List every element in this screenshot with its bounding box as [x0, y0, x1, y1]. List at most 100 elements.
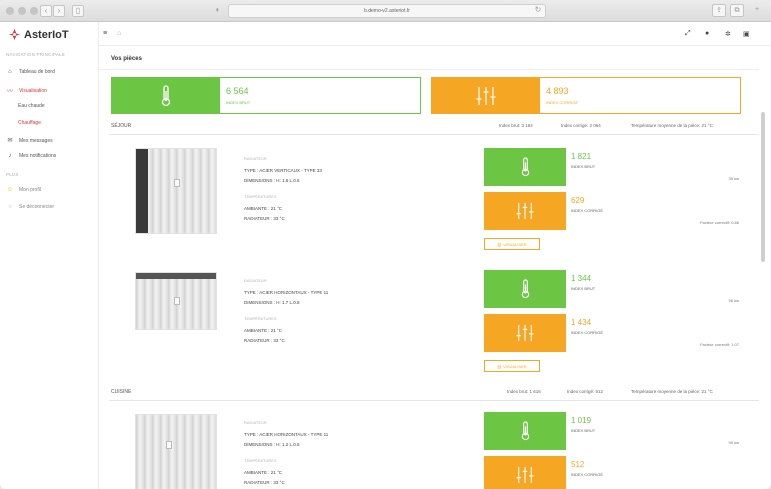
thermometer-icon — [484, 270, 566, 308]
radiator-type: TYPE : ACIER VERTICAUX - TYPE 33 — [244, 168, 322, 173]
sidebar-item-profile[interactable]: ☺ Mon profil — [6, 187, 41, 193]
sidebar-subitem-eau-chaude[interactable]: Eau chaude — [18, 103, 45, 109]
minimize-window-button[interactable] — [18, 7, 26, 15]
total-corrige-value: 4 893 — [546, 86, 569, 96]
temperatures-label: TEMPÉRATURES — [244, 458, 277, 463]
share-icon[interactable]: ⇪ — [712, 4, 726, 17]
visualiser-button-label: VISUALISER — [503, 363, 527, 369]
sidebar-item-label: Mes messages — [19, 137, 53, 144]
close-window-button[interactable] — [6, 7, 14, 15]
room-stat-brut: Index brut: 3 164 — [499, 123, 533, 128]
tabs-icon[interactable]: ⧉ — [730, 4, 744, 17]
sidebar-item-messages[interactable]: ✉ Mes messages — [6, 137, 53, 145]
total-corrige-label: INDEX CORRIGÉ — [546, 100, 579, 105]
radiator-dimensions: DIMENSIONS : H: 1.7 L.0.8 — [244, 300, 300, 305]
sidebar-item-label: Tableau de bord — [19, 69, 55, 75]
index-brut-note: 35 kw — [728, 176, 739, 181]
sidebar-item-label: Mes notifications — [19, 153, 57, 159]
scrollbar[interactable] — [761, 112, 765, 262]
user-menu-icon[interactable]: ▣ — [743, 30, 750, 38]
room-divider — [109, 134, 759, 135]
sliders-icon — [484, 314, 566, 352]
index-corrige-note: Facteur correctif: 1.07 — [700, 342, 739, 347]
reload-icon[interactable]: ↻ — [532, 5, 544, 17]
chart-icon: ▥ — [497, 363, 502, 369]
index-corrige-value: 512 — [571, 460, 585, 469]
radiator-label: RADIATEUR — [244, 420, 267, 425]
radiator-label: RADIATEUR — [244, 278, 267, 283]
room-stat-corrige: Index corrigé: 2 064 — [561, 123, 601, 128]
sidebar-subitem-chauffage[interactable]: Chauffage — [18, 120, 41, 126]
index-brut-value: 1 344 — [571, 274, 592, 283]
sliders-icon — [432, 78, 540, 113]
ambient-temperature: AMBIANTE : 21 °C — [244, 206, 283, 211]
index-corrige-value: 629 — [571, 196, 585, 205]
sidebar-item-label: Visualisation — [19, 87, 47, 94]
sidebar-item-notifications[interactable]: ♪ Mes notifications — [6, 153, 57, 159]
visualiser-button-label: VISUALISER — [503, 241, 527, 247]
index-brut-label: INDEX BRUT — [571, 164, 596, 169]
expand-icon[interactable]: ⤢ — [685, 30, 691, 38]
sliders-icon — [484, 192, 566, 230]
bell-icon[interactable]: ● — [705, 30, 709, 37]
back-button[interactable]: ‹ — [40, 5, 52, 17]
sliders-icon — [484, 456, 566, 489]
index-brut-note: 96 kw — [728, 298, 739, 303]
logo[interactable]: AsterIoT — [8, 28, 69, 41]
asteriot-logo-icon — [8, 28, 21, 41]
top-bar: ≡ ⌂ ⤢ ● ✲ ▣ — [99, 22, 771, 46]
radiator-temperature: RADIATEUR : 33 °C — [244, 480, 285, 485]
sidebar-item-label: Se déconnecter — [19, 204, 55, 210]
index-corrige-label: INDEX CORRIGÉ — [571, 330, 604, 335]
index-corrige-note: Facteur correctif: 0.86 — [700, 220, 739, 225]
new-tab-icon[interactable]: + — [750, 4, 764, 17]
address-bar[interactable]: b.demo-v2.asteriot.fr — [228, 4, 546, 18]
index-brut-value: 1 821 — [571, 152, 592, 161]
room-stat-brut: Index brut: 1 616 — [507, 389, 541, 394]
shield-icon[interactable]: ◐ — [212, 5, 224, 17]
room-stat-corrige: Index corrigé: 512 — [567, 389, 604, 394]
sidebar-item-visualisation[interactable]: 〰 Visualisation — [6, 86, 47, 96]
page-title: Vos pièces — [111, 56, 142, 62]
index-corrige-label: INDEX CORRIGÉ — [571, 472, 604, 477]
visualiser-button[interactable]: ▥ VISUALISER — [484, 360, 540, 372]
thermometer-icon — [484, 148, 566, 186]
forward-button[interactable]: › — [53, 5, 65, 17]
index-corrige-value: 1 434 — [571, 318, 592, 327]
radiator-dimensions: DIMENSIONS : H: 1.2 L.0.5 — [244, 442, 300, 447]
browser-window: ‹ › ▯ ◐ b.demo-v2.asteriot.fr ↻ ⇪ ⧉ + As… — [0, 0, 771, 489]
room-name: SÉJOUR — [111, 123, 132, 129]
total-brut-value: 6 564 — [226, 86, 249, 96]
main-content: ≡ ⌂ ⤢ ● ✲ ▣ Vos pièces 6 564 INDEX BRUT … — [99, 22, 771, 489]
radiator-photo — [135, 148, 217, 234]
temperatures-label: TEMPÉRATURES — [244, 316, 277, 321]
sidebar-item-label: Mon profil — [19, 187, 41, 193]
room-stat-temperature: Température moyenne de la pièce: 21 °C — [631, 389, 713, 394]
visualiser-button[interactable]: ▥ VISUALISER — [484, 238, 540, 250]
envelope-icon: ✉ — [7, 138, 13, 144]
radiator-temperature: RADIATEUR : 33 °C — [244, 216, 285, 221]
total-index-corrige-card: 4 893 INDEX CORRIGÉ — [431, 77, 741, 114]
browser-toolbar: ‹ › ▯ ◐ b.demo-v2.asteriot.fr ↻ ⇪ ⧉ + — [0, 0, 771, 22]
sidebar-item-logout[interactable]: ○ Se déconnecter — [6, 204, 54, 210]
sidebar-item-dashboard[interactable]: ⌂ Tableau de bord — [6, 69, 55, 75]
total-brut-label: INDEX BRUT — [226, 100, 251, 105]
index-brut-label: INDEX BRUT — [571, 428, 596, 433]
radiator-photo — [135, 414, 217, 489]
menu-icon[interactable]: ≡ — [103, 30, 107, 37]
room-stat-temperature: Température moyenne de la pièce: 21 °C — [631, 123, 713, 128]
gear-icon[interactable]: ✲ — [725, 30, 731, 38]
radiator-label: RADIATEUR — [244, 156, 267, 161]
maximize-window-button[interactable] — [30, 7, 38, 15]
temperatures-label: TEMPÉRATURES — [244, 194, 277, 199]
sidebar: AsterIoT NAVIGATION PRINCIPALE ⌂ Tableau… — [0, 22, 99, 489]
home-icon: ⌂ — [8, 69, 12, 75]
logout-icon: ○ — [8, 204, 12, 210]
radiator-type: TYPE : ACIER HORIZONTAUX - TYPE 11 — [244, 432, 329, 437]
room-name: CUISINE — [111, 389, 132, 395]
sidebar-toggle-icon[interactable]: ▯ — [72, 5, 84, 17]
ambient-temperature: AMBIANTE : 21 °C — [244, 470, 283, 475]
chart-line-icon: 〰 — [6, 89, 13, 95]
lock-icon[interactable]: ⌂ — [117, 30, 121, 37]
radiator-type: TYPE : ACIER HORIZONTAUX - TYPE 11 — [244, 290, 329, 295]
